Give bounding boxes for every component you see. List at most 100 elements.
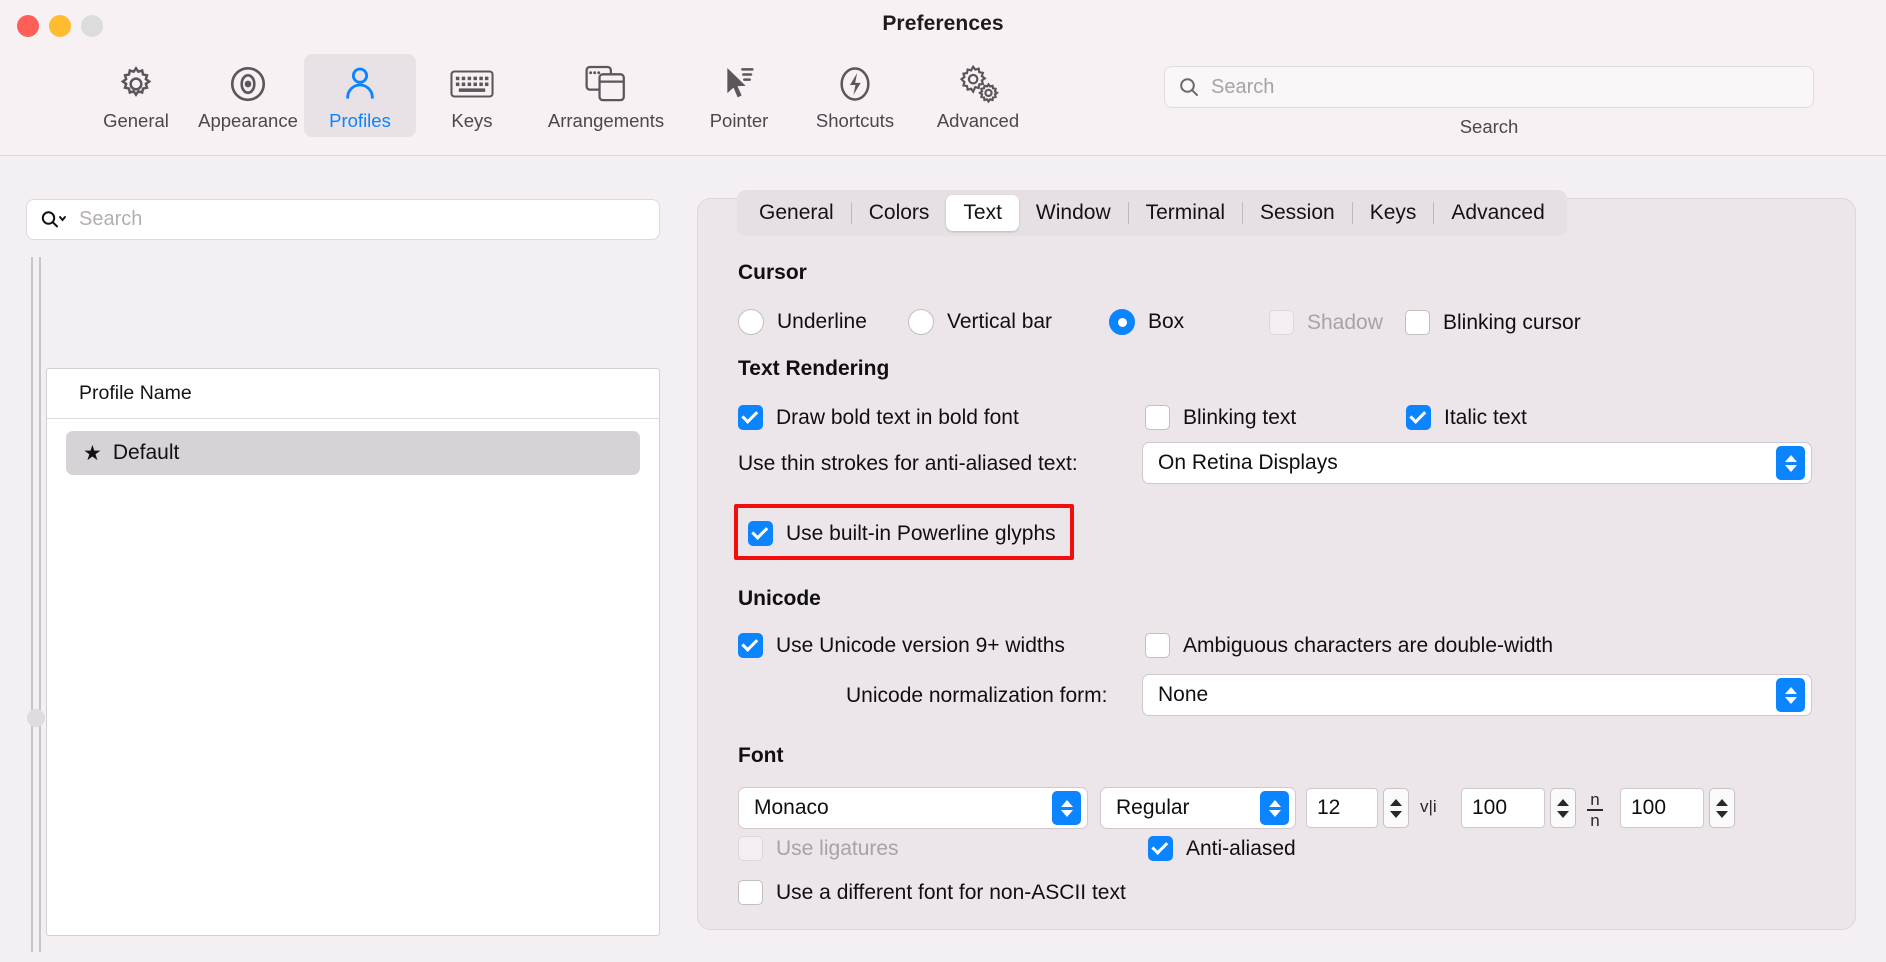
toolbar-item-general[interactable]: General	[80, 54, 192, 137]
keyboard-icon	[450, 62, 494, 106]
cursor-underline-label: Underline	[777, 310, 867, 333]
search-dropdown-icon[interactable]	[39, 209, 69, 231]
thin-strokes-value: On Retina Displays	[1158, 451, 1338, 474]
windows-icon	[585, 62, 627, 106]
toolbar-item-label: Shortcuts	[815, 110, 895, 131]
unicode-v9-widths-label: Use Unicode version 9+ widths	[776, 633, 1065, 657]
profile-list-row-default[interactable]: ★ Default	[66, 431, 640, 475]
toolbar-item-shortcuts[interactable]: Shortcuts	[794, 54, 916, 137]
cursor-shadow-label: Shadow	[1307, 310, 1383, 334]
use-ligatures-checkbox	[738, 836, 763, 861]
blinking-cursor-checkbox[interactable]	[1405, 310, 1430, 335]
blinking-text-checkbox[interactable]	[1145, 405, 1170, 430]
horizontal-spacing-field[interactable]: 100	[1461, 788, 1545, 828]
font-family-value: Monaco	[754, 796, 829, 819]
draw-bold-text-checkbox[interactable]	[738, 405, 763, 430]
toolbar-item-profiles[interactable]: Profiles	[304, 54, 416, 137]
toolbar-item-label: Pointer	[709, 110, 769, 131]
vertical-spacing-field[interactable]: 100	[1620, 788, 1704, 828]
blinking-cursor-label: Blinking cursor	[1443, 310, 1581, 334]
thin-strokes-popup-button[interactable]: On Retina Displays	[1142, 442, 1812, 484]
person-icon	[340, 62, 380, 106]
toolbar-item-keys[interactable]: Keys	[416, 54, 528, 137]
font-style-value: Regular	[1116, 796, 1190, 819]
cursor-vertical-bar-radio[interactable]	[908, 309, 934, 335]
toolbar-item-arrangements[interactable]: Arrangements	[528, 54, 684, 137]
cursor-underline-radio[interactable]	[738, 309, 764, 335]
toolbar-item-advanced[interactable]: Advanced	[916, 54, 1040, 137]
search-icon	[1177, 75, 1201, 99]
search-placeholder: Search	[1211, 75, 1275, 98]
thin-strokes-label: Use thin strokes for anti-aliased text:	[738, 452, 1078, 475]
tab-window[interactable]: Window	[1019, 195, 1128, 231]
profile-search-field[interactable]: Search	[26, 199, 660, 240]
popup-arrows-icon	[1260, 791, 1289, 825]
window-title: Preferences	[882, 12, 1004, 35]
profile-settings-tabbar: General Colors Text Window Terminal Sess…	[737, 190, 1567, 236]
non-ascii-font-label: Use a different font for non-ASCII text	[776, 880, 1126, 904]
gears-icon	[955, 62, 1001, 106]
unicode-v9-widths-checkbox[interactable]	[738, 633, 763, 658]
font-size-field[interactable]: 12	[1306, 788, 1378, 828]
cursor-icon	[719, 62, 759, 106]
cursor-shadow-checkbox	[1269, 310, 1294, 335]
horizontal-spacing-icon: v|i	[1420, 797, 1437, 816]
profile-row-label: Default	[112, 441, 180, 464]
non-ascii-font-checkbox[interactable]	[738, 880, 763, 905]
cursor-box-radio[interactable]	[1109, 309, 1135, 335]
font-size-stepper[interactable]	[1383, 788, 1409, 828]
toolbar-search-container: Search Search	[1164, 66, 1814, 137]
tab-keys[interactable]: Keys	[1353, 195, 1434, 231]
font-family-popup-button[interactable]: Monaco	[738, 787, 1088, 829]
horizontal-spacing-stepper[interactable]	[1550, 788, 1576, 828]
toolbar-item-label: General	[103, 110, 169, 131]
ambiguous-double-width-checkbox[interactable]	[1145, 633, 1170, 658]
profile-name-column-header[interactable]: Profile Name	[47, 369, 659, 419]
vertical-spacing-icon: nn	[1587, 791, 1603, 829]
tab-terminal[interactable]: Terminal	[1129, 195, 1242, 231]
toolbar-item-appearance[interactable]: Appearance	[192, 54, 304, 137]
popup-arrows-icon	[1052, 791, 1081, 825]
preferences-search-field[interactable]: Search	[1164, 66, 1814, 108]
toolbar-item-label: Keys	[451, 110, 493, 131]
cursor-section-title: Cursor	[738, 261, 807, 284]
popup-arrows-icon	[1776, 678, 1805, 712]
ambiguous-double-width-label: Ambiguous characters are double-width	[1183, 633, 1554, 657]
toolbar-item-label: Profiles	[329, 110, 391, 131]
tab-general[interactable]: General	[742, 195, 851, 231]
anti-aliased-label: Anti-aliased	[1186, 836, 1296, 860]
blinking-text-label: Blinking text	[1183, 405, 1297, 429]
gear-icon	[116, 62, 156, 106]
cursor-vertical-bar-label: Vertical bar	[947, 310, 1053, 333]
preferences-toolbar: General Appearance Profiles Keys Arrange…	[0, 52, 1886, 156]
font-style-popup-button[interactable]: Regular	[1100, 787, 1296, 829]
italic-text-checkbox[interactable]	[1406, 405, 1431, 430]
profile-search-placeholder: Search	[79, 208, 143, 230]
powerline-glyphs-label: Use built-in Powerline glyphs	[786, 521, 1056, 545]
unicode-normalization-popup-button[interactable]: None	[1142, 674, 1812, 716]
split-view-divider-handle[interactable]	[27, 709, 45, 727]
tab-advanced[interactable]: Advanced	[1434, 195, 1561, 231]
search-caption: Search	[1459, 116, 1519, 137]
powerline-glyphs-checkbox[interactable]	[748, 521, 773, 546]
cursor-box-label: Box	[1148, 310, 1185, 333]
tab-colors[interactable]: Colors	[852, 195, 947, 231]
profiles-sidebar: Search Profile Name ★ Default < Tags + −…	[0, 157, 679, 962]
eye-icon	[227, 62, 269, 106]
toolbar-item-pointer[interactable]: Pointer	[684, 54, 794, 137]
star-icon: ★	[83, 441, 102, 465]
vertical-spacing-stepper[interactable]	[1709, 788, 1735, 828]
split-view-divider[interactable]	[31, 257, 41, 952]
toolbar-item-label: Arrangements	[547, 110, 665, 131]
tab-text[interactable]: Text	[946, 195, 1019, 231]
tab-session[interactable]: Session	[1243, 195, 1352, 231]
text-rendering-section-title: Text Rendering	[738, 357, 890, 380]
profile-settings-panel: Cursor Underline Vertical bar Box Shadow…	[697, 198, 1856, 930]
window-titlebar: Preferences	[0, 0, 1886, 52]
popup-arrows-icon	[1776, 446, 1805, 480]
profile-list-container: Profile Name ★ Default	[46, 368, 660, 936]
toolbar-item-label: Advanced	[936, 110, 1020, 131]
unicode-normalization-label: Unicode normalization form:	[846, 684, 1108, 707]
anti-aliased-checkbox[interactable]	[1148, 836, 1173, 861]
unicode-normalization-value: None	[1158, 683, 1209, 706]
